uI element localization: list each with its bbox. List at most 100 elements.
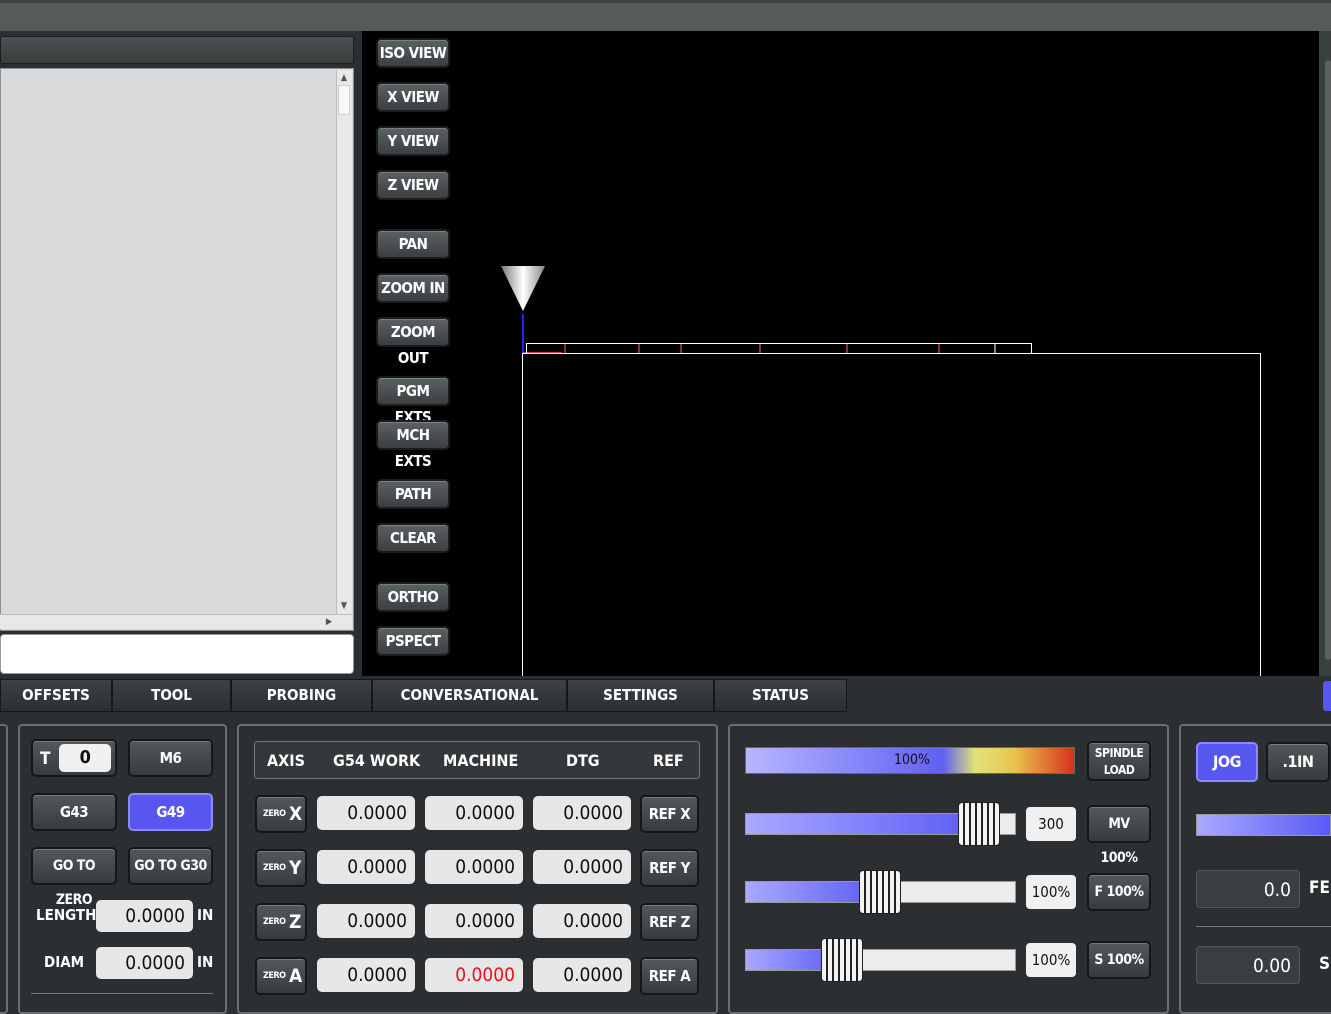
tab-offsets[interactable]: OFFSETS: [0, 679, 112, 712]
z-work-field[interactable]: 0.0000: [317, 904, 415, 938]
max-velocity-handle[interactable]: [958, 802, 1001, 846]
f-100-button[interactable]: F 100%: [1087, 873, 1151, 911]
right-edge-scroll[interactable]: [1325, 60, 1331, 660]
spindle-load-bar: 100%: [745, 747, 1075, 774]
gcode-editor[interactable]: [0, 68, 354, 631]
clear-button[interactable]: CLEAR: [376, 523, 450, 553]
scroll-right-icon[interactable]: ▶: [322, 616, 336, 628]
zero-a-button[interactable]: ZERO A: [255, 957, 307, 995]
spindle-load-value: 100%: [894, 752, 931, 768]
jog-increment-button[interactable]: .1IN: [1266, 742, 1330, 782]
mv-100-button[interactable]: MV 100%: [1087, 805, 1151, 866]
zero-x-button[interactable]: ZERO X: [255, 795, 307, 833]
horizontal-scrollbar[interactable]: ▶: [0, 614, 352, 629]
zero-prefix: ZERO: [263, 809, 286, 819]
a-work-field[interactable]: 0.0000: [317, 958, 415, 992]
tool-cone-icon: [501, 266, 545, 311]
jog-speed-slider[interactable]: [1196, 814, 1331, 836]
g49-button[interactable]: G49: [128, 793, 213, 831]
feed-override-value: 100%: [1026, 875, 1076, 909]
tool-length-field[interactable]: 0.0000: [96, 900, 193, 932]
zoom-in-button[interactable]: ZOOM IN: [376, 273, 450, 303]
file-header-bar: [0, 36, 354, 64]
machine-extents-bar: [526, 343, 1032, 354]
ortho-button[interactable]: ORTHO: [376, 582, 450, 612]
toolpath-viewport[interactable]: [362, 31, 1319, 676]
x-dtg-field[interactable]: 0.0000: [533, 796, 631, 830]
y-machine-field[interactable]: 0.0000: [425, 850, 523, 884]
zero-y-button[interactable]: ZERO Y: [255, 849, 307, 887]
diam-unit: IN: [197, 953, 214, 971]
x-work-field[interactable]: 0.0000: [317, 796, 415, 830]
ref-a-button[interactable]: REF A: [640, 957, 699, 995]
pspect-button[interactable]: PSPECT: [376, 626, 450, 656]
zero-z-button[interactable]: ZERO Z: [255, 903, 307, 941]
g43-button[interactable]: G43: [31, 793, 117, 831]
dro-header-machine: MACHINE: [443, 751, 519, 770]
tab-tool[interactable]: TOOL: [112, 679, 231, 712]
go-to-g30-button[interactable]: GO TO G30: [128, 847, 213, 885]
vertical-scrollbar[interactable]: ▲ ▼: [336, 70, 352, 615]
feed-override-handle[interactable]: [858, 870, 901, 914]
scrollbar-thumb[interactable]: [338, 85, 350, 115]
max-velocity-value: 300: [1026, 807, 1076, 841]
zoom-out-button[interactable]: ZOOM OUT: [376, 317, 450, 367]
ref-y-button[interactable]: REF Y: [640, 849, 699, 887]
length-unit: IN: [197, 906, 214, 924]
a-dtg-field[interactable]: 0.0000: [533, 958, 631, 992]
m6-button[interactable]: M6: [128, 739, 213, 777]
jog-feed-label: FEE: [1309, 878, 1331, 898]
a-machine-field[interactable]: 0.0000: [425, 958, 523, 992]
divider: [1196, 926, 1331, 927]
tool-diam-field[interactable]: 0.0000: [96, 947, 193, 979]
dro-header-dtg: DTG: [566, 751, 600, 770]
axis-letter: X: [289, 803, 302, 825]
spindle-override-handle[interactable]: [820, 938, 863, 982]
dro-header-ref: REF: [653, 751, 684, 770]
x-view-button[interactable]: X VIEW: [376, 82, 450, 112]
ref-x-button[interactable]: REF X: [640, 795, 699, 833]
iso-view-button[interactable]: ISO VIEW: [376, 38, 450, 68]
y-dtg-field[interactable]: 0.0000: [533, 850, 631, 884]
z-dtg-field[interactable]: 0.0000: [533, 904, 631, 938]
jog-speed-label: S: [1319, 954, 1331, 974]
scroll-down-icon[interactable]: ▼: [338, 600, 350, 612]
jog-speed-field[interactable]: 0.00: [1196, 946, 1300, 984]
mch-exts-button[interactable]: MCH EXTS: [376, 420, 450, 470]
tab-conversational[interactable]: CONVERSATIONAL: [372, 679, 567, 712]
pgm-exts-button[interactable]: PGM EXTS: [376, 376, 450, 426]
tab-settings[interactable]: SETTINGS: [567, 679, 714, 712]
scroll-up-icon[interactable]: ▲: [338, 72, 350, 84]
pan-button[interactable]: PAN: [376, 229, 450, 259]
tool-number-box: T 0: [31, 739, 117, 777]
axis-letter: Y: [289, 857, 301, 879]
axis-letter: A: [289, 965, 302, 987]
spindle-override-slider[interactable]: [745, 949, 1016, 971]
dro-header: AXIS G54 WORK MACHINE DTG REF: [254, 741, 700, 779]
diam-label: DIAM: [44, 953, 85, 971]
divider: [31, 993, 213, 994]
dro-header-axis: AXIS: [267, 751, 305, 770]
tab-status[interactable]: STATUS: [714, 679, 847, 712]
s-100-button[interactable]: S 100%: [1087, 941, 1151, 979]
tool-number-input[interactable]: 0: [59, 744, 111, 772]
jog-feed-field[interactable]: 0.0: [1196, 870, 1300, 908]
zero-prefix: ZERO: [263, 971, 286, 981]
y-work-field[interactable]: 0.0000: [317, 850, 415, 884]
mdi-input[interactable]: [0, 634, 354, 674]
length-label: LENGTH: [36, 906, 97, 924]
y-view-button[interactable]: Y VIEW: [376, 126, 450, 156]
z-machine-field[interactable]: 0.0000: [425, 904, 523, 938]
jog-button[interactable]: JOG: [1196, 742, 1258, 782]
zero-prefix: ZERO: [263, 917, 286, 927]
path-button[interactable]: PATH: [376, 479, 450, 509]
title-bar: [0, 0, 1331, 31]
offsets-stub-panel: [0, 724, 8, 1014]
ref-z-button[interactable]: REF Z: [640, 903, 699, 941]
x-machine-field[interactable]: 0.0000: [425, 796, 523, 830]
z-view-button[interactable]: Z VIEW: [376, 170, 450, 200]
go-to-zero-button[interactable]: GO TO ZERO: [31, 847, 117, 908]
toolpath-canvas: [501, 266, 1261, 676]
tab-indicator[interactable]: [1323, 681, 1331, 711]
tab-probing[interactable]: PROBING: [231, 679, 372, 712]
